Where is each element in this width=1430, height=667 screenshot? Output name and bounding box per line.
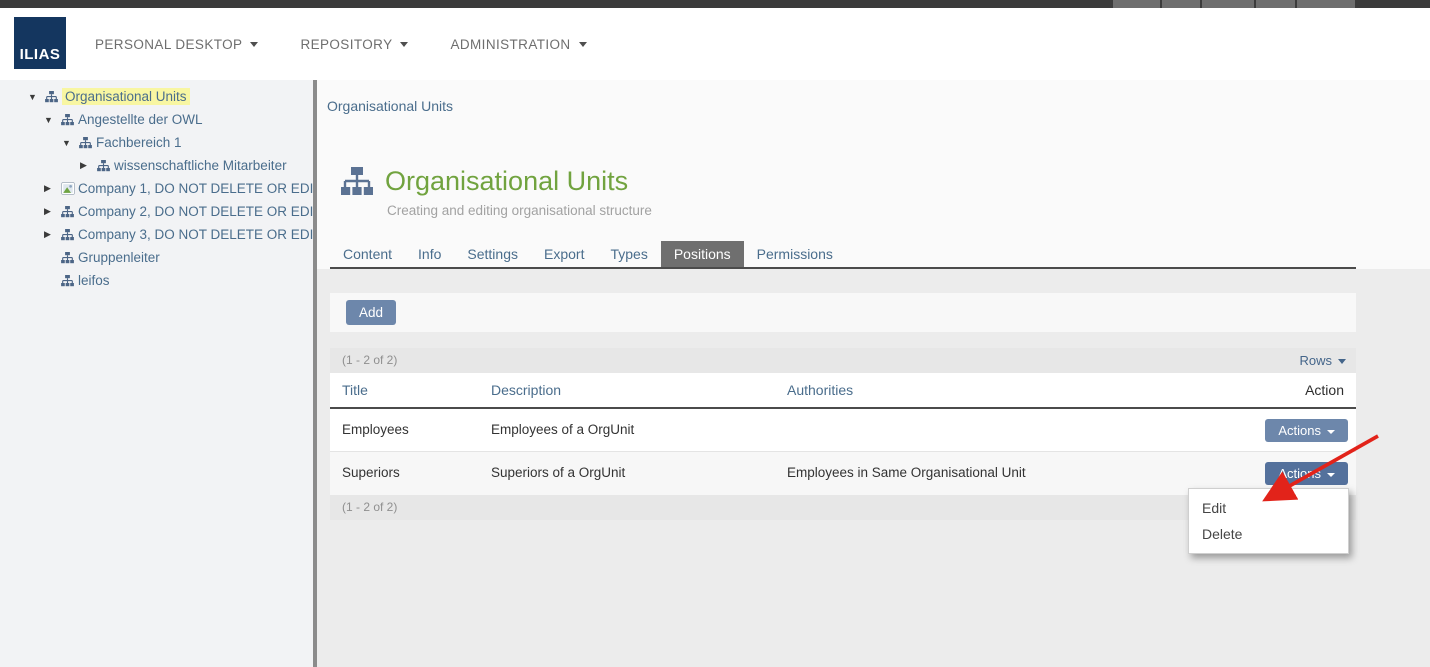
tree-item-label[interactable]: Company 2, DO NOT DELETE OR EDIT!!! [78, 204, 313, 219]
tree-item-company-2[interactable]: ▶ Company 2, DO NOT DELETE OR EDIT!!! [0, 200, 313, 223]
nav-administration[interactable]: ADMINISTRATION [450, 37, 586, 52]
tab-bar: Content Info Settings Export Types Posit… [330, 241, 846, 267]
chevron-down-icon [1327, 473, 1335, 477]
tree-item-company-1[interactable]: ▶ Company 1, DO NOT DELETE OR EDIT!!! [0, 177, 313, 200]
strip-segment [1162, 0, 1200, 8]
tree-item-label[interactable]: Company 3, DO NOT DELETE OR EDIT!!! [78, 227, 313, 242]
nav-label: REPOSITORY [300, 37, 392, 52]
breadcrumb[interactable]: Organisational Units [327, 98, 453, 114]
orgunit-icon [61, 206, 78, 218]
tree-item-label[interactable]: Gruppenleiter [78, 250, 160, 265]
orgunit-icon [79, 137, 96, 149]
orgunit-icon [61, 252, 78, 264]
chevron-down-icon [250, 42, 258, 47]
browser-strip [0, 0, 1430, 8]
expand-closed-icon[interactable]: ▶ [44, 183, 61, 194]
tab-underline [330, 267, 1356, 269]
cell-title: Employees [342, 409, 409, 451]
tab-positions[interactable]: Positions [661, 241, 744, 267]
table-pagination-top: (1 - 2 of 2) Rows [330, 348, 1356, 373]
nav-label: ADMINISTRATION [450, 37, 570, 52]
chevron-down-icon [1327, 430, 1335, 434]
column-header-title[interactable]: Title [342, 373, 368, 407]
menu-item-edit[interactable]: Edit [1189, 495, 1348, 521]
strip-segment [1297, 0, 1355, 8]
rows-label: Rows [1299, 353, 1332, 368]
cell-authorities: Employees in Same Organisational Unit [787, 452, 1026, 494]
strip-segment [1113, 0, 1160, 8]
tree-item-label[interactable]: Angestellte der OWL [78, 112, 203, 127]
orgunit-icon [61, 229, 78, 241]
tree-item-label[interactable]: Company 1, DO NOT DELETE OR EDIT!!! [78, 181, 313, 196]
nav-repository[interactable]: REPOSITORY [300, 37, 408, 52]
tree-item-organisational-units[interactable]: ▼ Organisational Units [0, 85, 313, 108]
category-image-icon [61, 182, 78, 195]
pagination-range: (1 - 2 of 2) [342, 348, 397, 373]
table-row-employees: Employees Employees of a OrgUnit Actions [330, 409, 1356, 452]
column-header-action: Action [1305, 373, 1344, 407]
strip-segment [1256, 0, 1295, 8]
actions-label: Actions [1278, 466, 1321, 481]
tree-item-gruppenleiter[interactable]: ▶ Gruppenleiter [0, 246, 313, 269]
expand-closed-icon[interactable]: ▶ [44, 206, 61, 217]
expand-closed-icon[interactable]: ▶ [44, 229, 61, 240]
ilias-logo[interactable]: ILIAS [14, 17, 66, 69]
orgunit-icon [61, 275, 78, 287]
cell-description: Superiors of a OrgUnit [491, 452, 625, 494]
chevron-down-icon [579, 42, 587, 47]
nav-label: PERSONAL DESKTOP [95, 37, 242, 52]
strip-segment [1202, 0, 1254, 8]
rows-dropdown[interactable]: Rows [1299, 348, 1346, 373]
cell-title: Superiors [342, 452, 400, 494]
expand-closed-icon[interactable]: ▶ [80, 160, 97, 171]
tab-types[interactable]: Types [597, 241, 660, 267]
column-header-authorities[interactable]: Authorities [787, 373, 853, 407]
tree-item-label[interactable]: leifos [78, 273, 110, 288]
actions-dropdown-button[interactable]: Actions [1265, 419, 1348, 442]
menu-item-delete[interactable]: Delete [1189, 521, 1348, 547]
cell-description: Employees of a OrgUnit [491, 409, 634, 451]
tab-export[interactable]: Export [531, 241, 597, 267]
tab-settings[interactable]: Settings [454, 241, 531, 267]
actions-label: Actions [1278, 423, 1321, 438]
expand-open-icon[interactable]: ▼ [44, 115, 61, 125]
actions-dropdown-button-open[interactable]: Actions [1265, 462, 1348, 485]
tab-content[interactable]: Content [330, 241, 405, 267]
tree-item-label[interactable]: wissenschaftliche Mitarbeiter [114, 158, 287, 173]
add-button[interactable]: Add [346, 300, 396, 325]
pagination-range: (1 - 2 of 2) [342, 495, 397, 520]
orgunit-icon [45, 91, 62, 103]
page-title: Organisational Units [385, 166, 628, 197]
main-nav: PERSONAL DESKTOP REPOSITORY ADMINISTRATI… [95, 8, 587, 80]
tree-item-label[interactable]: Fachbereich 1 [96, 135, 182, 150]
orgunit-icon [61, 114, 78, 126]
actions-menu: Edit Delete [1188, 488, 1349, 554]
tab-permissions[interactable]: Permissions [744, 241, 846, 267]
expand-open-icon[interactable]: ▼ [28, 92, 45, 102]
expand-open-icon[interactable]: ▼ [62, 138, 79, 148]
tree-item-wissenschaftliche-mitarbeiter[interactable]: ▶ wissenschaftliche Mitarbeiter [0, 154, 313, 177]
top-header: ILIAS PERSONAL DESKTOP REPOSITORY ADMINI… [0, 8, 1430, 80]
tree-item-angestellte-der-owl[interactable]: ▼ Angestellte der OWL [0, 108, 313, 131]
orgunit-header-icon [340, 167, 374, 202]
ilias-orgunits-page: ILIAS PERSONAL DESKTOP REPOSITORY ADMINI… [0, 0, 1430, 667]
tab-info[interactable]: Info [405, 241, 454, 267]
tree-item-fachbereich-1[interactable]: ▼ Fachbereich 1 [0, 131, 313, 154]
tree-sidebar: ▼ Organisational Units ▼ Angestellte der… [0, 80, 313, 667]
chevron-down-icon [400, 42, 408, 47]
page-subtitle: Creating and editing organisational stru… [387, 203, 652, 218]
column-header-description[interactable]: Description [491, 373, 561, 407]
tree-item-leifos[interactable]: ▶ leifos [0, 269, 313, 292]
orgunit-icon [97, 160, 114, 172]
tree-item-company-3[interactable]: ▶ Company 3, DO NOT DELETE OR EDIT!!! [0, 223, 313, 246]
table-header-row: Title Description Authorities Action [330, 373, 1356, 409]
toolbar: Add [330, 293, 1356, 332]
chevron-down-icon [1338, 359, 1346, 364]
tree-item-label[interactable]: Organisational Units [62, 88, 190, 105]
nav-personal-desktop[interactable]: PERSONAL DESKTOP [95, 37, 258, 52]
